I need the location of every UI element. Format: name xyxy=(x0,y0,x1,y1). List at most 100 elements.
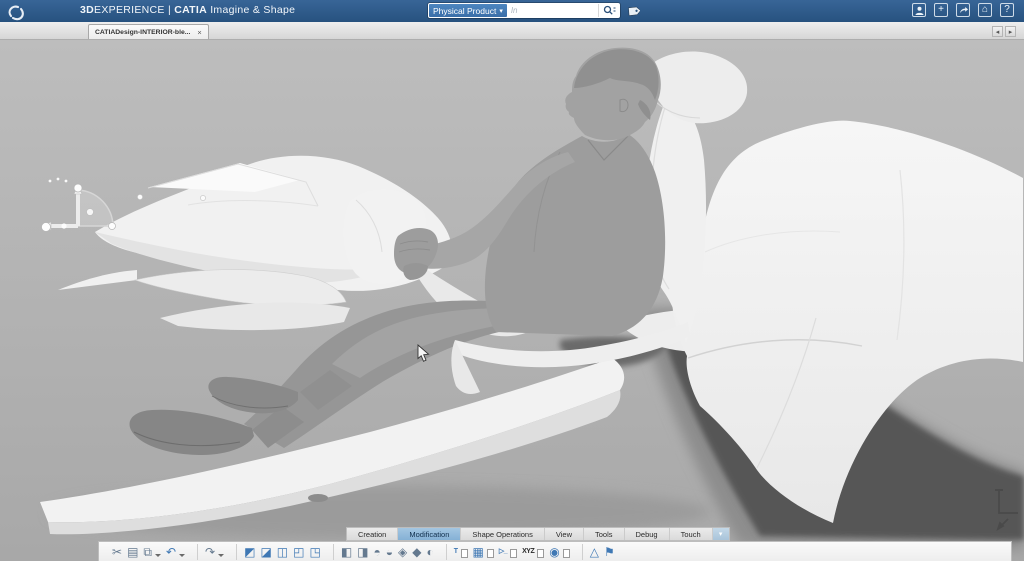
section-tab-modification[interactable]: Modification xyxy=(398,528,461,540)
chevron-down-icon: ▾ xyxy=(719,530,723,538)
subdivide-icon: ◧ xyxy=(341,545,352,559)
section-tab-view[interactable]: View xyxy=(545,528,584,540)
add-button[interactable]: + xyxy=(934,3,948,17)
subdivide-button[interactable]: ◧ xyxy=(341,544,352,560)
mannequin-torso xyxy=(485,134,665,336)
weld-mesh-button[interactable]: ◒ xyxy=(386,544,393,560)
top-app-bar: 3DEXPERIENCE | CATIA Imagine & Shape Phy… xyxy=(0,0,1024,22)
smoothing-toggle-checkbox[interactable] xyxy=(487,549,494,558)
chevron-down-icon: ▾ xyxy=(499,7,503,15)
attraction-toggle-button[interactable]: T xyxy=(454,544,468,560)
user-icon xyxy=(915,6,924,15)
paste-icon: ▤ xyxy=(127,545,138,559)
mannequin-shoe-left xyxy=(130,410,254,455)
section-tab-touch[interactable]: Touch xyxy=(670,528,713,540)
copy-button[interactable]: ⧉ xyxy=(143,544,161,560)
search-input[interactable] xyxy=(508,6,598,15)
flag-annotation-icon: ⚑ xyxy=(604,545,615,559)
erase-face-button[interactable]: ◈ xyxy=(398,544,407,560)
xyz-coordinates-toggle-checkbox[interactable] xyxy=(537,549,544,558)
scale-face-icon: ◰ xyxy=(293,545,304,559)
snap-toggle-icon: ◉ xyxy=(549,545,559,559)
document-tab-bar: CATIADesign-INTERIOR-ble... × ◂ ▸ xyxy=(0,22,1024,40)
document-tab-active[interactable]: CATIADesign-INTERIOR-ble... × xyxy=(88,24,209,39)
tab-scroll-right-button[interactable]: ▸ xyxy=(1005,26,1016,37)
xyz-coordinates-toggle-button[interactable]: XYZ xyxy=(522,544,544,560)
cut-button[interactable]: ✂ xyxy=(112,544,122,560)
align-mesh-button[interactable]: ◐ xyxy=(426,544,433,560)
undo-dropdown-caret[interactable] xyxy=(179,554,185,557)
3d-viewport[interactable] xyxy=(0,40,1024,561)
robot-manipulator[interactable] xyxy=(42,178,116,232)
paste-button[interactable]: ▤ xyxy=(127,544,138,560)
tab-scroll-left-button[interactable]: ◂ xyxy=(992,26,1003,37)
home-button[interactable]: ⌂ xyxy=(978,3,992,17)
toolbar-group-1: ✂ ▤ ⧉ ↶ xyxy=(105,544,198,560)
redo-dropdown-caret[interactable] xyxy=(218,554,224,557)
search-bar[interactable]: Physical Product ▾ xyxy=(428,3,620,18)
section-tab-list: CreationModificationShape OperationsView… xyxy=(347,528,713,540)
flag-annotation-button[interactable]: ⚑ xyxy=(604,544,615,560)
redo-icon: ↷ xyxy=(205,545,215,559)
xyz-coordinates-toggle-icon: XYZ xyxy=(522,545,534,559)
attraction-toggle-icon: T xyxy=(454,545,458,559)
redo-button[interactable]: ↷ xyxy=(205,544,224,560)
control-point-dot[interactable] xyxy=(200,195,205,200)
extrude-face-button[interactable]: ◨ xyxy=(357,544,368,560)
cut-icon: ✂ xyxy=(112,545,122,559)
attraction-toggle-checkbox[interactable] xyxy=(461,549,468,558)
copy-dropdown-caret[interactable] xyxy=(155,554,161,557)
catia-3dexperience-window: 3DEXPERIENCE | CATIA Imagine & Shape Phy… xyxy=(0,0,1024,561)
brand-catia: CATIA xyxy=(174,4,207,16)
document-tab-label: CATIADesign-INTERIOR-ble... xyxy=(95,29,190,36)
snap-toggle-button[interactable]: ◉ xyxy=(549,544,569,560)
home-icon: ⌂ xyxy=(982,4,988,16)
modify-surface-button[interactable]: ◩ xyxy=(244,544,255,560)
toolbar-group-2: ↷ xyxy=(198,544,237,560)
translate-face-button[interactable]: ◪ xyxy=(260,544,271,560)
snap-toggle-checkbox[interactable] xyxy=(563,549,570,558)
smoothing-toggle-button[interactable]: ▦ xyxy=(473,544,494,560)
control-point-dot[interactable] xyxy=(137,194,142,199)
search-scope-dropdown[interactable]: Physical Product ▾ xyxy=(429,4,507,17)
offset-face-button[interactable]: ◳ xyxy=(309,544,320,560)
section-tab-shape-operations[interactable]: Shape Operations xyxy=(461,528,544,540)
dassault-systemes-logo-icon xyxy=(5,2,29,21)
extrude-face-icon: ◨ xyxy=(357,545,368,559)
smoothing-toggle-icon: ▦ xyxy=(473,545,484,559)
share-button[interactable] xyxy=(956,3,970,17)
share-arrow-icon xyxy=(959,6,968,15)
toolbar-group-4: ◧ ◨ ◓ ◒ ◈ ◆ ◐ xyxy=(334,544,447,560)
help-button[interactable]: ? xyxy=(1000,3,1014,17)
cut-mesh-button[interactable]: ◓ xyxy=(374,544,381,560)
toolbar-group-3: ◩ ◪ ◫ ◰ ◳ xyxy=(237,544,334,560)
section-tab-creation[interactable]: Creation xyxy=(347,528,398,540)
section-tab-tools[interactable]: Tools xyxy=(584,528,625,540)
deviation-toggle-button[interactable]: ▷_ xyxy=(499,544,517,560)
close-icon[interactable]: × xyxy=(197,28,201,37)
erase-face-icon: ◈ xyxy=(398,545,407,559)
section-tab-debug[interactable]: Debug xyxy=(625,528,670,540)
dimension-mesh-button[interactable]: ◆ xyxy=(412,544,421,560)
rotate-face-icon: ◫ xyxy=(277,545,288,559)
more-sections-button[interactable]: ▾ xyxy=(713,528,729,540)
scale-face-button[interactable]: ◰ xyxy=(293,544,304,560)
tag-icon[interactable] xyxy=(626,4,640,18)
brand-separator: | xyxy=(168,4,171,16)
tab-scroll-controls: ◂ ▸ xyxy=(992,26,1016,37)
cone-display-button[interactable]: △ xyxy=(590,544,599,560)
help-icon: ? xyxy=(1004,4,1010,16)
plus-icon: + xyxy=(938,4,944,16)
align-mesh-icon: ◐ xyxy=(426,545,433,559)
toolbar-group-6: △⚑ xyxy=(583,544,627,560)
deviation-toggle-checkbox[interactable] xyxy=(510,549,517,558)
brand-app-name: Imagine & Shape xyxy=(210,4,295,16)
dimension-mesh-icon: ◆ xyxy=(412,545,421,559)
cut-mesh-icon: ◓ xyxy=(374,545,381,559)
rotate-face-button[interactable]: ◫ xyxy=(277,544,288,560)
translate-face-icon: ◪ xyxy=(260,545,271,559)
search-button[interactable] xyxy=(598,4,620,17)
user-button[interactable] xyxy=(912,3,926,17)
undo-icon: ↶ xyxy=(166,545,176,559)
undo-button[interactable]: ↶ xyxy=(166,544,185,560)
